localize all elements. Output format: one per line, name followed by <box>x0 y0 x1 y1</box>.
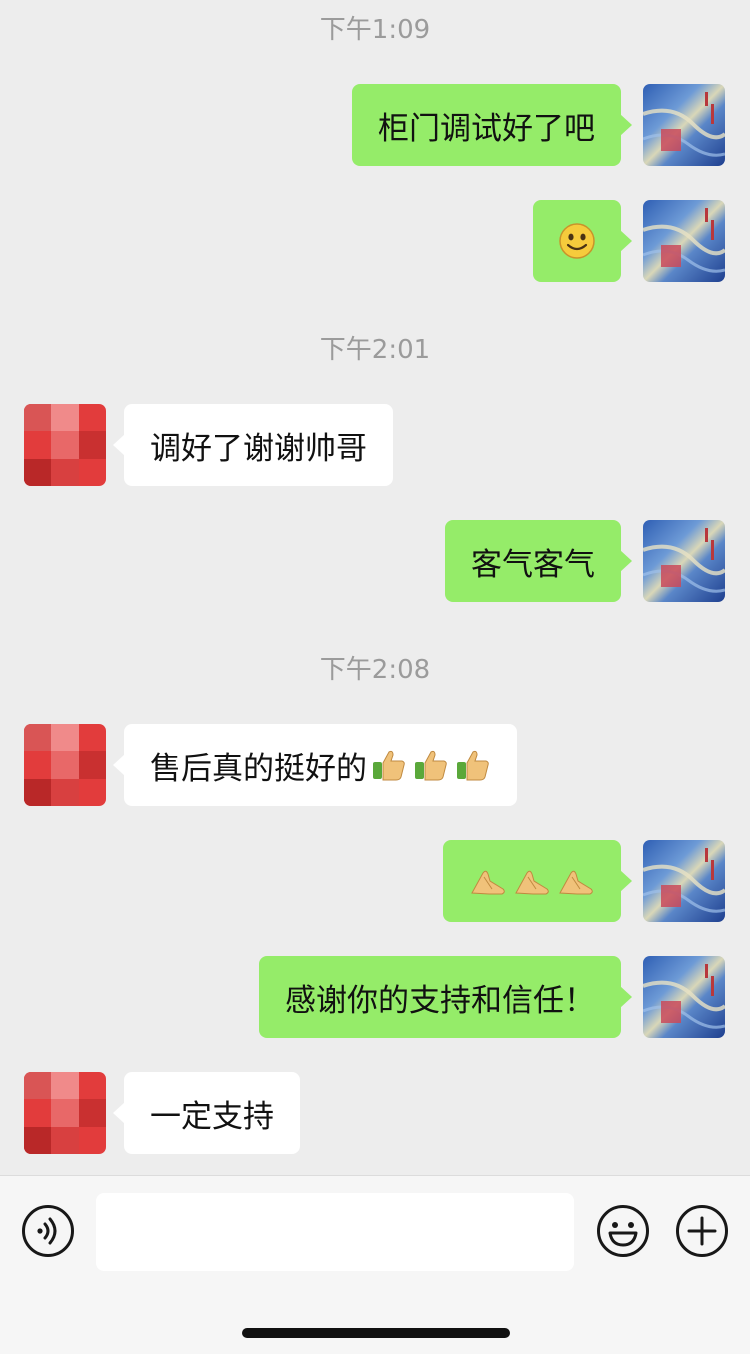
my-avatar[interactable] <box>643 84 725 166</box>
smile-emoji <box>559 223 595 259</box>
timestamp: 下午2:01 <box>319 335 431 365</box>
message-text: 调好了谢谢帅哥 <box>150 430 367 467</box>
received-message-bubble[interactable]: 一定支持 <box>113 1072 300 1154</box>
message-row: 客气客气 <box>0 520 750 602</box>
received-message-bubble[interactable]: 调好了谢谢帅哥 <box>113 404 393 486</box>
sent-message-bubble[interactable]: 柜门调试好了吧 <box>352 84 632 166</box>
message-row: 调好了谢谢帅哥 <box>0 404 750 486</box>
message-row: 售后真的挺好的 <box>0 724 750 806</box>
my-avatar[interactable] <box>643 520 725 602</box>
plus-icon[interactable] <box>675 1204 729 1258</box>
my-avatar[interactable] <box>643 956 725 1038</box>
contact-avatar[interactable] <box>24 404 106 486</box>
fist-bump-emoji <box>515 870 549 895</box>
my-avatar[interactable] <box>643 200 725 282</box>
fist-bump-emoji <box>471 870 505 895</box>
contact-avatar[interactable] <box>24 724 106 806</box>
fist-bump-emoji <box>559 870 593 895</box>
message-text: 售后真的挺好的 <box>150 750 367 787</box>
input-toolbar <box>0 1175 750 1354</box>
emoji-face-icon[interactable] <box>596 1204 650 1258</box>
voice-icon[interactable] <box>21 1204 75 1258</box>
sent-message-bubble[interactable]: 感谢你的支持和信任！ <box>259 956 632 1038</box>
home-indicator <box>242 1328 510 1338</box>
chat-area[interactable]: 下午1:09 柜门调试好了吧 下午2:01 调好了谢谢帅哥 客气客气 下午2:0… <box>0 0 750 1175</box>
message-text: 客气客气 <box>471 546 595 583</box>
message-row <box>0 200 750 282</box>
message-text: 感谢你的支持和信任！ <box>285 982 595 1019</box>
thumbs-up-emoji <box>415 750 447 781</box>
thumbs-up-emoji <box>457 750 489 781</box>
sent-message-bubble[interactable]: 客气客气 <box>445 520 632 602</box>
timestamp: 下午2:08 <box>319 655 431 685</box>
sent-message-bubble[interactable] <box>533 200 632 282</box>
timestamp: 下午1:09 <box>319 15 431 45</box>
contact-avatar[interactable] <box>24 1072 106 1154</box>
message-text: 一定支持 <box>150 1098 274 1135</box>
message-row: 感谢你的支持和信任！ <box>0 956 750 1038</box>
message-text: 柜门调试好了吧 <box>378 110 595 147</box>
message-input[interactable] <box>96 1193 574 1271</box>
my-avatar[interactable] <box>643 840 725 922</box>
message-row: 柜门调试好了吧 <box>0 84 750 166</box>
message-row <box>0 840 750 922</box>
received-message-bubble[interactable]: 售后真的挺好的 <box>113 724 517 806</box>
message-row: 一定支持 <box>0 1072 750 1154</box>
sent-message-bubble[interactable] <box>443 840 632 922</box>
thumbs-up-emoji <box>373 750 405 781</box>
